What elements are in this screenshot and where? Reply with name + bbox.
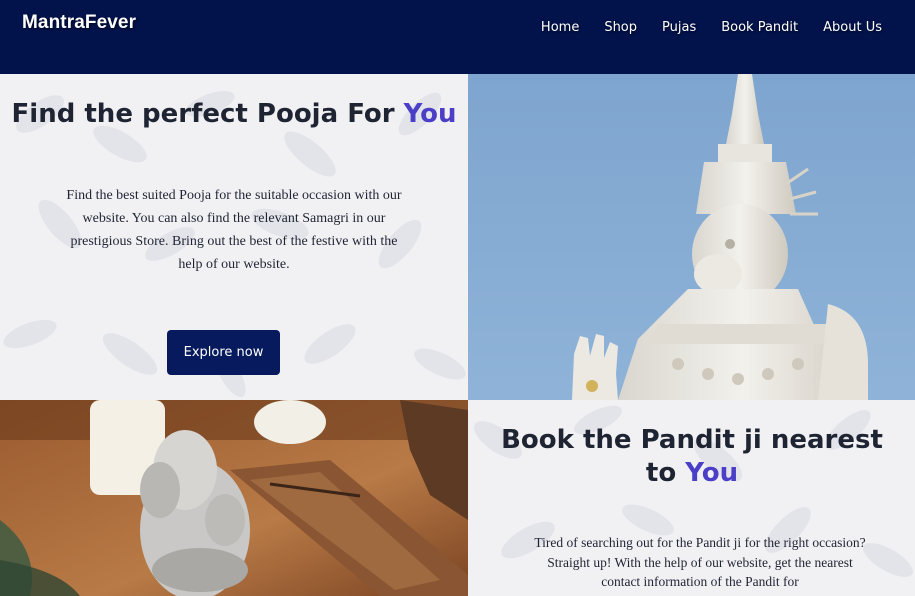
book-pandit-section: Book the Pandit ji nearest to You Tired … — [468, 400, 915, 596]
hero-section: Find the perfect Pooja For You Find the … — [0, 74, 468, 400]
explore-now-button[interactable]: Explore now — [167, 330, 280, 375]
hero-title-prefix: Find the perfect Pooja For — [11, 99, 404, 129]
nav-home[interactable]: Home — [516, 20, 579, 35]
ganesha-illustration — [0, 400, 468, 596]
nav-book-pandit[interactable]: Book Pandit — [696, 20, 798, 35]
nav-pujas[interactable]: Pujas — [637, 20, 696, 35]
nav-about-us[interactable]: About Us — [798, 20, 882, 35]
nav-shop[interactable]: Shop — [579, 20, 637, 35]
pandit-title: Book the Pandit ji nearest to You — [492, 424, 892, 490]
statue-illustration — [468, 74, 915, 400]
pandit-description: Tired of searching out for the Pandit ji… — [534, 535, 866, 589]
hero-title: Find the perfect Pooja For You — [0, 98, 468, 131]
main-nav: Home Shop Pujas Book Pandit About Us — [516, 20, 882, 35]
hero-description: Find the best suited Pooja for the suita… — [66, 188, 402, 272]
ganesha-incense-image — [0, 400, 468, 596]
hero-title-accent: You — [403, 99, 457, 129]
pandit-title-accent: You — [685, 458, 739, 488]
navbar: MantraFever Home Shop Pujas Book Pandit … — [0, 0, 915, 74]
brand-logo[interactable]: MantraFever — [22, 12, 136, 34]
hanuman-statue-image — [468, 74, 915, 400]
